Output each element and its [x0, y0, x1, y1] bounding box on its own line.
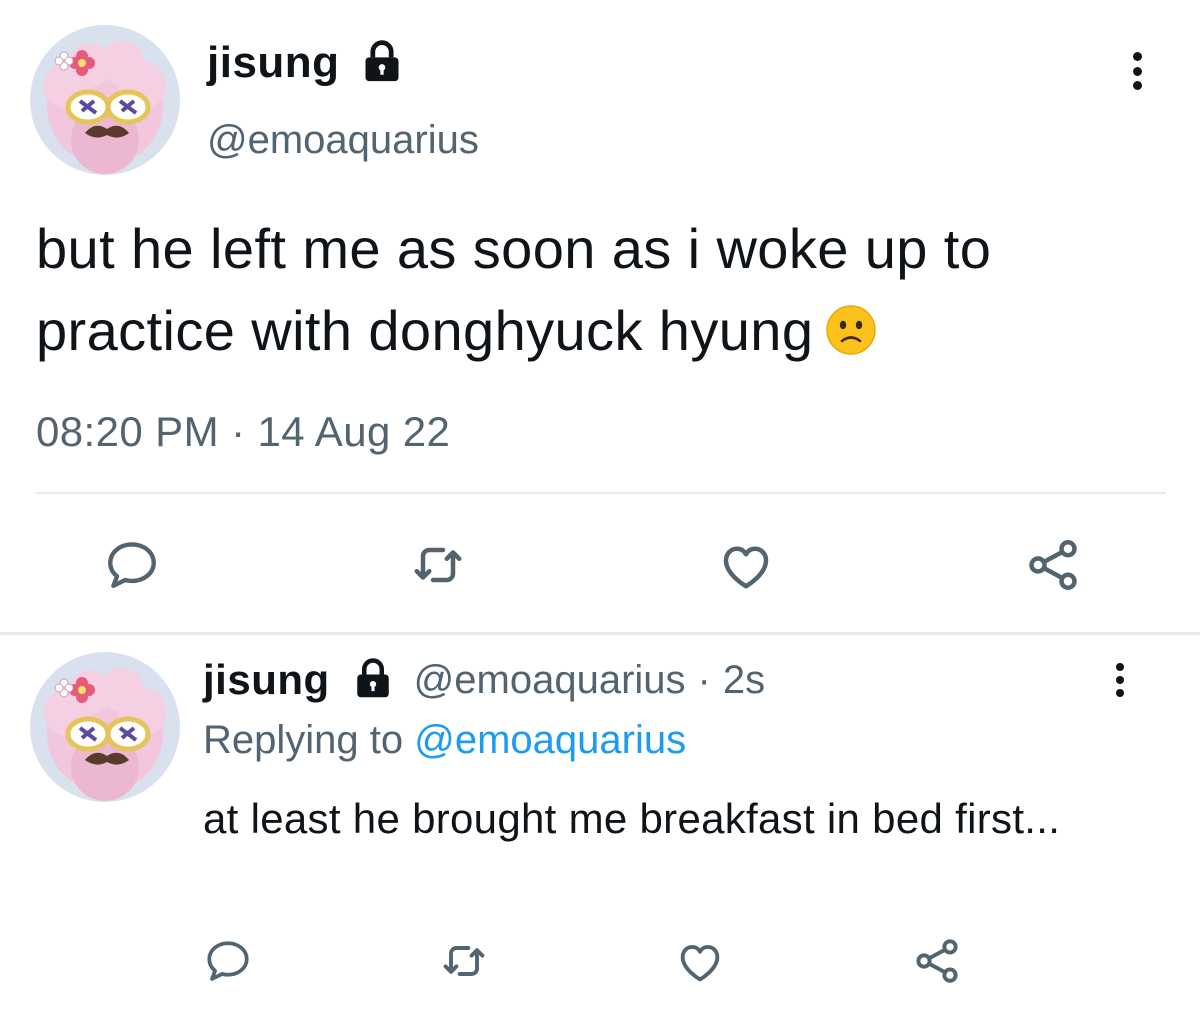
like-button[interactable] — [674, 935, 726, 992]
share-icon — [1023, 535, 1083, 600]
avatar[interactable] — [30, 652, 180, 802]
reply-timestamp[interactable]: 2s — [723, 658, 765, 703]
like-icon — [716, 535, 776, 600]
reply-icon — [203, 936, 253, 991]
tweet-date: 14 Aug 22 — [257, 408, 451, 455]
author-name[interactable]: jisung — [203, 656, 330, 704]
reply-text: at least he brought me breakfast in bed … — [203, 795, 1061, 842]
divider — [36, 492, 1166, 494]
avatar-image — [30, 25, 180, 175]
author-row: jisung — [207, 38, 404, 88]
author-name[interactable]: jisung — [207, 38, 340, 88]
like-button[interactable] — [716, 535, 776, 600]
more-options-icon[interactable] — [1127, 52, 1147, 90]
replying-to-link[interactable]: @emoaquarius — [414, 718, 686, 762]
retweet-button[interactable] — [408, 535, 468, 600]
reply-button[interactable] — [103, 536, 161, 599]
tweet-timestamp[interactable]: 08:20 PM · 14 Aug 22 — [36, 408, 450, 456]
retweet-icon — [408, 535, 468, 600]
lock-icon — [360, 39, 404, 88]
reply-icon — [103, 536, 161, 599]
author-handle[interactable]: @emoaquarius — [207, 118, 479, 163]
reply-actions — [203, 935, 963, 992]
replying-prefix: Replying to — [203, 718, 404, 762]
tweet-text: but he left me as soon as i woke up to p… — [36, 208, 1166, 378]
retweet-button[interactable] — [438, 935, 490, 992]
like-icon — [674, 935, 726, 992]
replying-to: Replying to @emoaquarius — [203, 718, 686, 763]
separator-dot: · — [231, 408, 246, 455]
confused-face-icon — [825, 296, 877, 378]
tweet-actions — [103, 535, 1083, 600]
retweet-icon — [438, 935, 490, 992]
reply-button[interactable] — [203, 936, 253, 991]
tweet-time: 08:20 PM — [36, 408, 219, 455]
share-button[interactable] — [1023, 535, 1083, 600]
lock-icon — [352, 657, 394, 704]
section-divider — [0, 632, 1200, 635]
separator-dot: · — [697, 657, 711, 702]
author-handle[interactable]: @emoaquarius — [414, 658, 686, 703]
reply-author-row: jisung @emoaquarius · 2s — [203, 656, 765, 704]
avatar-image — [30, 652, 180, 802]
share-button[interactable] — [911, 935, 963, 992]
tweet-thread: jisung @emoaquarius but he left me as so… — [0, 0, 1200, 1012]
share-icon — [911, 935, 963, 992]
avatar[interactable] — [30, 25, 180, 175]
more-options-icon[interactable] — [1110, 663, 1130, 697]
